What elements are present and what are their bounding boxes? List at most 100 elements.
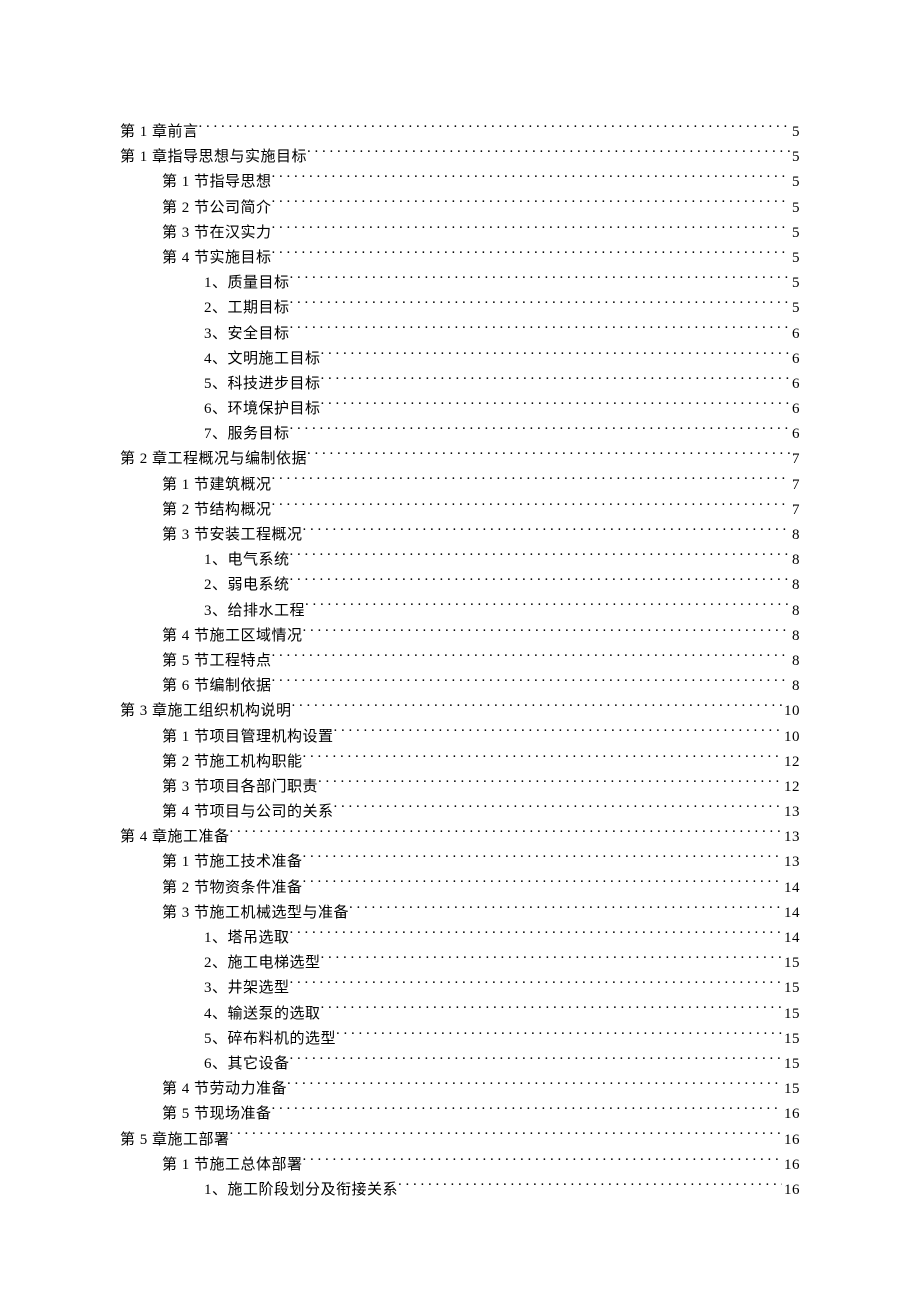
toc-entry[interactable]: 5、碎布料机的选型15 bbox=[120, 1027, 800, 1052]
toc-entry-page: 12 bbox=[782, 775, 800, 800]
toc-entry-title: 第 1 节施工技术准备 bbox=[162, 850, 303, 875]
toc-entry[interactable]: 2、施工电梯选型 15 bbox=[120, 951, 800, 976]
toc-leader-dots bbox=[290, 272, 790, 287]
toc-entry-title: 2、工期目标 bbox=[204, 296, 290, 321]
toc-entry-page: 6 bbox=[790, 397, 800, 422]
toc-entry-title: 第 4 节施工区域情况 bbox=[162, 624, 303, 649]
toc-entry-title: 2、施工电梯选型 bbox=[204, 951, 321, 976]
toc-entry[interactable]: 1、塔吊选取14 bbox=[120, 926, 800, 951]
toc-entry-page: 14 bbox=[782, 876, 800, 901]
toc-leader-dots bbox=[287, 1078, 782, 1093]
toc-entry[interactable]: 第 6 节编制依据8 bbox=[120, 674, 800, 699]
toc-entry[interactable]: 第 5 节工程特点8 bbox=[120, 649, 800, 674]
toc-entry-title: 7、服务目标 bbox=[204, 422, 290, 447]
toc-entry[interactable]: 3、安全目标6 bbox=[120, 322, 800, 347]
toc-leader-dots bbox=[199, 121, 790, 136]
toc-entry[interactable]: 4、文明施工目标6 bbox=[120, 347, 800, 372]
toc-entry-page: 15 bbox=[782, 1077, 800, 1102]
toc-leader-dots bbox=[272, 247, 790, 262]
toc-entry[interactable]: 第 3 章施工组织机构说明10 bbox=[120, 699, 800, 724]
toc-entry[interactable]: 1、质量目标5 bbox=[120, 271, 800, 296]
toc-entry-page: 13 bbox=[782, 800, 800, 825]
toc-entry-title: 第 6 节编制依据 bbox=[162, 674, 272, 699]
toc-entry-page: 8 bbox=[790, 624, 800, 649]
toc-entry[interactable]: 第 3 节项目各部门职责 12 bbox=[120, 775, 800, 800]
toc-entry[interactable]: 第 1 节项目管理机构设置10 bbox=[120, 725, 800, 750]
toc-entry-page: 8 bbox=[790, 548, 800, 573]
toc-leader-dots bbox=[321, 348, 790, 363]
toc-entry[interactable]: 第 3 节在汉实力5 bbox=[120, 221, 800, 246]
toc-leader-dots bbox=[307, 146, 790, 161]
toc-entry-page: 7 bbox=[790, 473, 800, 498]
toc-entry-page: 13 bbox=[782, 850, 800, 875]
toc-leader-dots bbox=[292, 700, 782, 715]
toc-entry[interactable]: 第 1 节施工总体部署 16 bbox=[120, 1153, 800, 1178]
toc-entry-title: 第 1 章指导思想与实施目标 bbox=[120, 145, 307, 170]
toc-leader-dots bbox=[321, 398, 790, 413]
toc-entry-title: 第 3 章施工组织机构说明 bbox=[120, 699, 292, 724]
toc-entry[interactable]: 3、给排水工程8 bbox=[120, 599, 800, 624]
toc-entry[interactable]: 第 3 节安装工程概况8 bbox=[120, 523, 800, 548]
toc-entry[interactable]: 第 3 节施工机械选型与准备14 bbox=[120, 901, 800, 926]
toc-entry-page: 5 bbox=[790, 170, 800, 195]
toc-entry-page: 6 bbox=[790, 372, 800, 397]
toc-entry[interactable]: 4、输送泵的选取15 bbox=[120, 1002, 800, 1027]
toc-entry[interactable]: 第 1 章指导思想与实施目标 5 bbox=[120, 145, 800, 170]
toc-leader-dots bbox=[230, 1129, 782, 1144]
toc-entry-title: 第 1 节指导思想 bbox=[162, 170, 272, 195]
toc-entry[interactable]: 第 5 章施工部署16 bbox=[120, 1128, 800, 1153]
toc-entry-title: 第 2 章工程概况与编制依据 bbox=[120, 447, 307, 472]
toc-leader-dots bbox=[272, 675, 790, 690]
toc-entry[interactable]: 第 2 节施工机构职能12 bbox=[120, 750, 800, 775]
toc-entry-page: 7 bbox=[790, 447, 800, 472]
toc-entry-title: 第 1 节施工总体部署 bbox=[162, 1153, 303, 1178]
toc-entry[interactable]: 第 2 节公司简介5 bbox=[120, 196, 800, 221]
toc-entry-page: 15 bbox=[782, 951, 800, 976]
toc-entry[interactable]: 7、服务目标6 bbox=[120, 422, 800, 447]
toc-leader-dots bbox=[334, 801, 782, 816]
toc-entry-title: 第 5 节现场准备 bbox=[162, 1102, 272, 1127]
toc-entry[interactable]: 第 4 节项目与公司的关系13 bbox=[120, 800, 800, 825]
toc-leader-dots bbox=[290, 574, 790, 589]
toc-entry[interactable]: 3、井架选型15 bbox=[120, 976, 800, 1001]
toc-leader-dots bbox=[303, 877, 782, 892]
toc-entry-page: 14 bbox=[782, 901, 800, 926]
toc-entry-title: 1、施工阶段划分及衔接关系 bbox=[204, 1178, 398, 1203]
toc-entry-page: 7 bbox=[790, 498, 800, 523]
toc-entry-title: 第 2 节结构概况 bbox=[162, 498, 272, 523]
toc-entry[interactable]: 5、科技进步目标6 bbox=[120, 372, 800, 397]
toc-entry-page: 5 bbox=[790, 145, 800, 170]
toc-entry-page: 15 bbox=[782, 976, 800, 1001]
toc-entry-page: 15 bbox=[782, 1002, 800, 1027]
toc-leader-dots bbox=[318, 776, 782, 791]
toc-entry-page: 10 bbox=[782, 725, 800, 750]
toc-entry[interactable]: 第 5 节现场准备16 bbox=[120, 1102, 800, 1127]
toc-entry[interactable]: 2、弱电系统8 bbox=[120, 573, 800, 598]
toc-entry[interactable]: 第 2 节物资条件准备14 bbox=[120, 876, 800, 901]
toc-entry[interactable]: 1、电气系统8 bbox=[120, 548, 800, 573]
toc-entry-page: 16 bbox=[782, 1153, 800, 1178]
toc-entry[interactable]: 2、工期目标5 bbox=[120, 296, 800, 321]
toc-entry[interactable]: 第 1 节施工技术准备 13 bbox=[120, 850, 800, 875]
toc-entry[interactable]: 6、其它设备15 bbox=[120, 1052, 800, 1077]
toc-entry[interactable]: 第 4 节实施目标5 bbox=[120, 246, 800, 271]
toc-entry-page: 16 bbox=[782, 1128, 800, 1153]
toc-entry[interactable]: 6、环境保护目标6 bbox=[120, 397, 800, 422]
toc-entry[interactable]: 第 1 节建筑概况7 bbox=[120, 473, 800, 498]
toc-entry[interactable]: 第 2 章工程概况与编制依据 7 bbox=[120, 447, 800, 472]
toc-entry[interactable]: 第 1 章前言5 bbox=[120, 120, 800, 145]
toc-leader-dots bbox=[272, 1103, 782, 1118]
toc-leader-dots bbox=[272, 222, 790, 237]
toc-entry[interactable]: 第 4 节劳动力准备15 bbox=[120, 1077, 800, 1102]
toc-entry[interactable]: 第 4 章施工准备13 bbox=[120, 825, 800, 850]
toc-entry[interactable]: 第 2 节结构概况 7 bbox=[120, 498, 800, 523]
toc-leader-dots bbox=[272, 171, 790, 186]
toc-entry[interactable]: 第 1 节指导思想 5 bbox=[120, 170, 800, 195]
toc-entry-title: 第 3 节项目各部门职责 bbox=[162, 775, 318, 800]
toc-entry[interactable]: 1、施工阶段划分及衔接关系16 bbox=[120, 1178, 800, 1203]
toc-leader-dots bbox=[307, 448, 790, 463]
toc-entry-title: 2、弱电系统 bbox=[204, 573, 290, 598]
toc-entry[interactable]: 第 4 节施工区域情况 8 bbox=[120, 624, 800, 649]
toc-leader-dots bbox=[290, 1053, 782, 1068]
toc-entry-page: 5 bbox=[790, 246, 800, 271]
